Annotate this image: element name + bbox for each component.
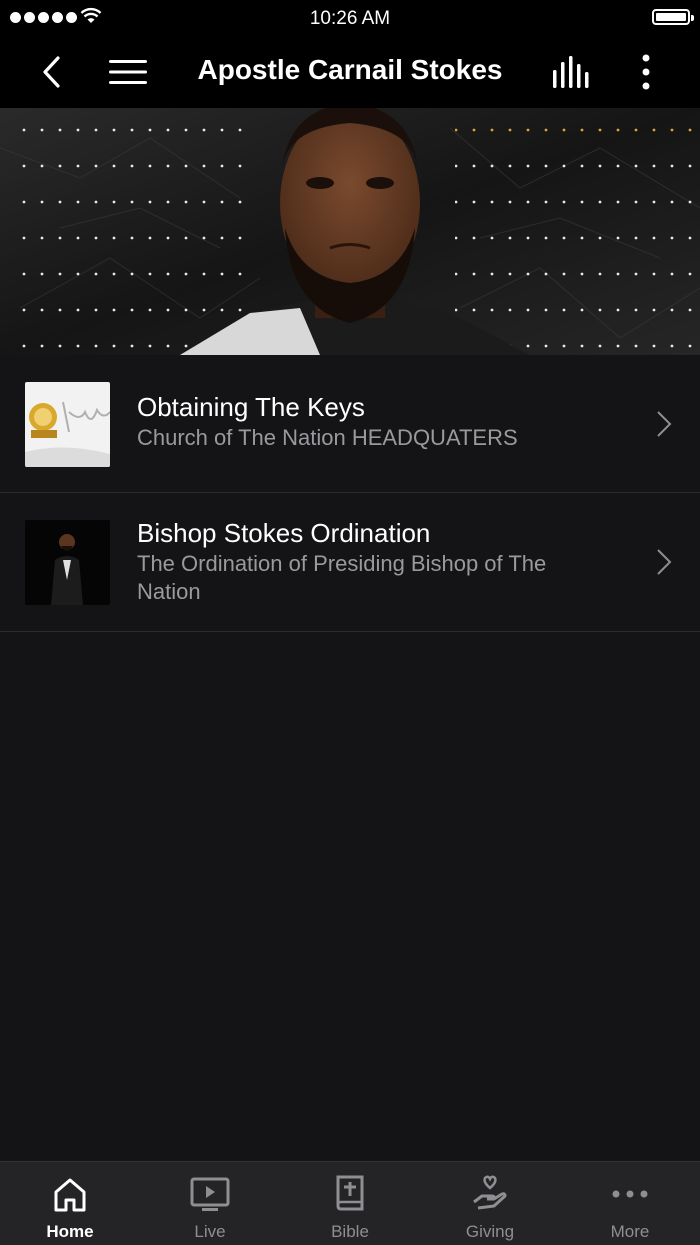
tab-label: Home bbox=[46, 1222, 94, 1241]
chevron-right-icon bbox=[657, 549, 672, 575]
media-list: Obtaining The Keys Church of The Nation … bbox=[0, 355, 700, 632]
tab-label: Giving bbox=[465, 1222, 515, 1241]
chevron-right-icon bbox=[657, 411, 672, 437]
nav-bar: Apostle Carnail Stokes bbox=[0, 36, 700, 108]
bible-icon bbox=[336, 1175, 364, 1211]
list-item[interactable]: Bishop Stokes Ordination The Ordination … bbox=[0, 493, 700, 632]
list-item[interactable]: Obtaining The Keys Church of The Nation … bbox=[0, 355, 700, 493]
status-bar: 10:26 AM bbox=[0, 0, 700, 36]
tab-bar: Home Live Bible Giving More bbox=[0, 1161, 700, 1245]
home-icon bbox=[54, 1178, 86, 1212]
item-subtitle: The Ordination of Presiding Bishop of Th… bbox=[137, 551, 547, 604]
more-vertical-icon[interactable] bbox=[636, 52, 656, 92]
tab-label: Bible bbox=[331, 1222, 369, 1241]
item-thumbnail bbox=[25, 520, 110, 605]
audio-bars-icon[interactable] bbox=[551, 56, 593, 90]
page-title: Apostle Carnail Stokes bbox=[197, 54, 503, 85]
tv-play-icon bbox=[190, 1177, 230, 1211]
tab-bible[interactable]: Bible bbox=[280, 1162, 420, 1245]
status-time: 10:26 AM bbox=[309, 8, 391, 29]
giving-hand-icon bbox=[473, 1175, 507, 1210]
tab-more[interactable]: More bbox=[560, 1162, 700, 1245]
battery-icon bbox=[652, 9, 694, 25]
tab-live[interactable]: Live bbox=[140, 1162, 280, 1245]
hamburger-menu-icon[interactable] bbox=[108, 58, 148, 86]
item-title: Obtaining The Keys bbox=[137, 392, 365, 422]
item-thumbnail bbox=[25, 382, 110, 467]
tab-giving[interactable]: Giving bbox=[420, 1162, 560, 1245]
tab-home[interactable]: Home bbox=[0, 1162, 140, 1245]
hero-banner-image bbox=[0, 108, 700, 355]
item-title: Bishop Stokes Ordination bbox=[137, 518, 431, 548]
item-subtitle: Church of The Nation HEADQUATERS bbox=[137, 425, 518, 450]
tab-label: More bbox=[610, 1222, 650, 1241]
tab-label: Live bbox=[194, 1222, 226, 1241]
back-chevron-icon[interactable] bbox=[38, 54, 68, 90]
more-dots-icon bbox=[612, 1190, 648, 1198]
